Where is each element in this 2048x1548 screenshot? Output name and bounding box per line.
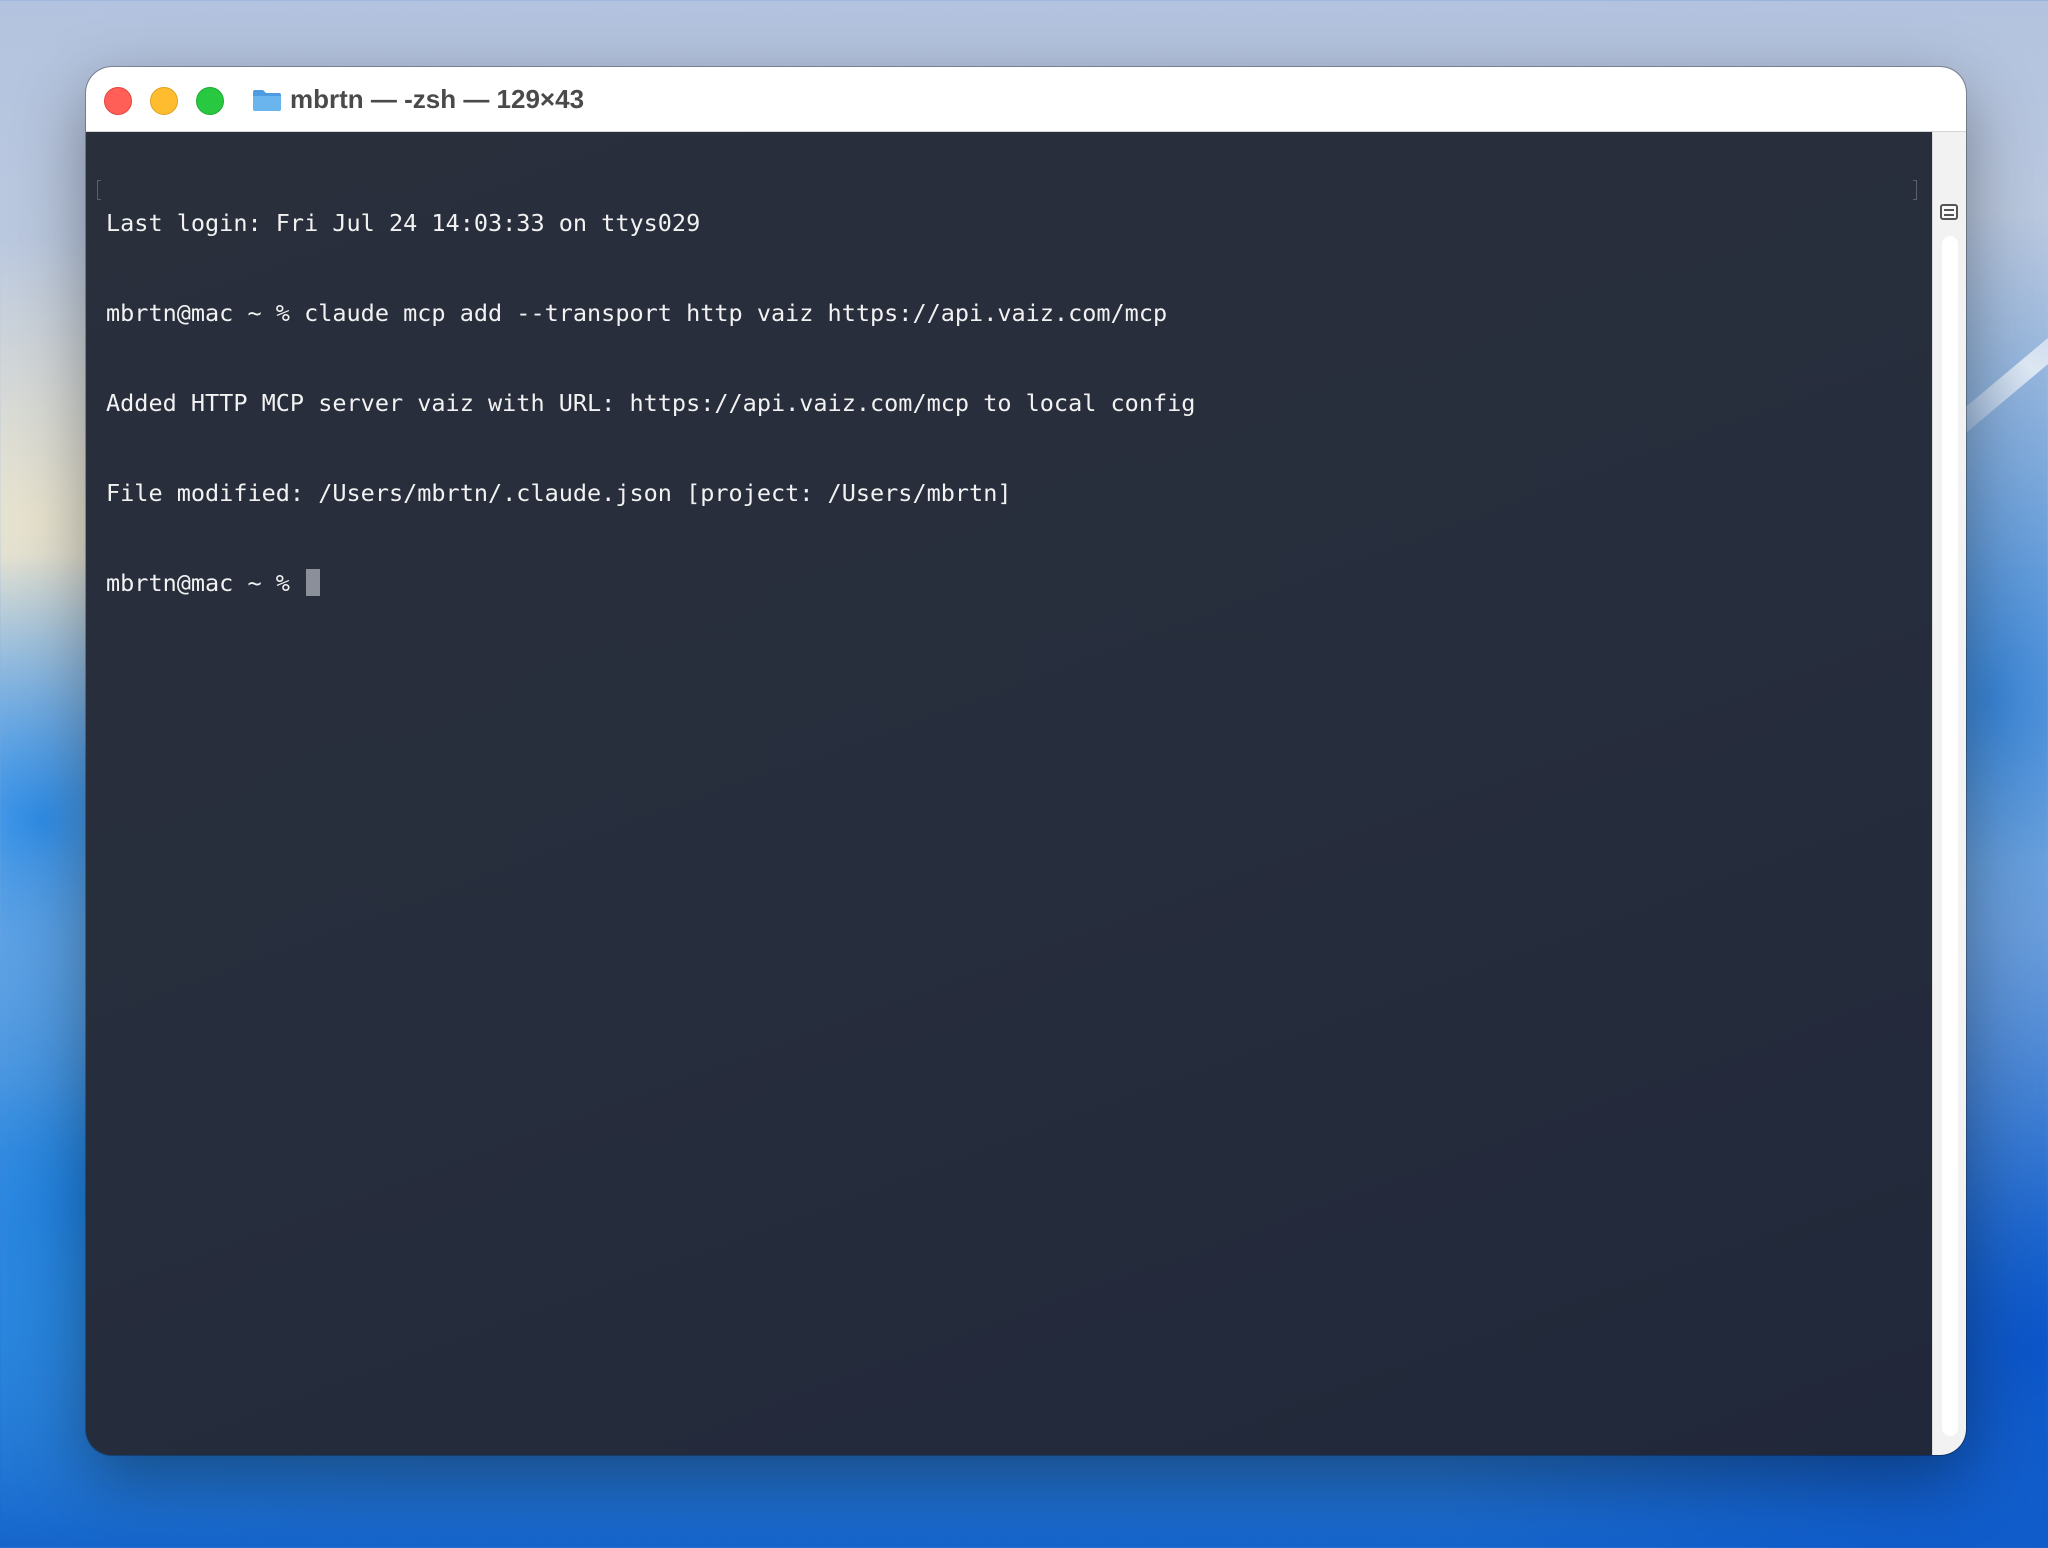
folder-icon — [253, 90, 281, 111]
terminal-content[interactable]: Last login: Fri Jul 24 14:03:33 on ttys0… — [86, 132, 1932, 1455]
command-mark-left — [97, 180, 101, 200]
window-title: mbrtn — -zsh — 129×43 — [290, 84, 585, 114]
close-button[interactable] — [104, 87, 132, 115]
scrollbar-panel — [1932, 132, 1966, 1455]
terminal-line: Last login: Fri Jul 24 14:03:33 on ttys0… — [106, 209, 701, 237]
list-icon[interactable] — [1940, 204, 1958, 220]
prompt: mbrtn@mac ~ % — [106, 569, 305, 597]
terminal-line: File modified: /Users/mbrtn/.claude.json… — [106, 479, 1012, 507]
command-mark-right — [1913, 180, 1917, 200]
maximize-button[interactable] — [196, 87, 224, 115]
scrollbar-track[interactable] — [1942, 236, 1958, 1436]
terminal-output: Last login: Fri Jul 24 14:03:33 on ttys0… — [106, 148, 1195, 658]
terminal-line: Added HTTP MCP server vaiz with URL: htt… — [106, 389, 1196, 417]
terminal-line: mbrtn@mac ~ % claude mcp add --transport… — [106, 299, 1168, 327]
text-cursor — [306, 569, 321, 596]
terminal-window: mbrtn — -zsh — 129×43 Last login: Fri Ju… — [86, 67, 1966, 1455]
minimize-button[interactable] — [150, 87, 178, 115]
prompt-line[interactable]: mbrtn@mac ~ % — [106, 568, 1195, 598]
title-bar[interactable]: mbrtn — -zsh — 129×43 — [86, 67, 1966, 132]
